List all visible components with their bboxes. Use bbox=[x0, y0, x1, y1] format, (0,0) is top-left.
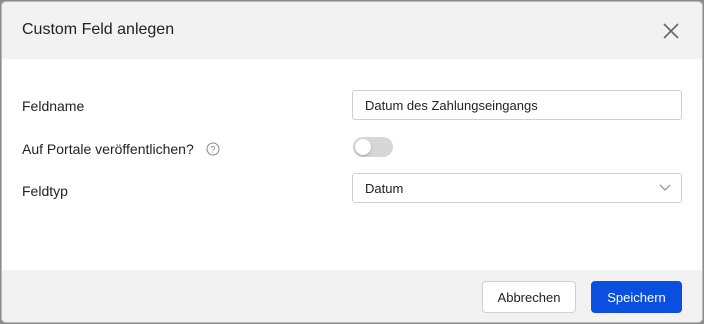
dialog-header: Custom Feld anlegen bbox=[2, 2, 702, 59]
close-button[interactable] bbox=[662, 22, 680, 40]
fieldname-input[interactable] bbox=[352, 90, 682, 120]
close-icon bbox=[663, 23, 679, 39]
dialog-title: Custom Feld anlegen bbox=[22, 21, 175, 38]
fieldname-label: Feldname bbox=[22, 98, 85, 114]
fieldtype-label: Feldtyp bbox=[22, 183, 68, 199]
chevron-down-icon bbox=[659, 184, 671, 191]
save-button[interactable]: Speichern bbox=[591, 281, 682, 313]
toggle-knob bbox=[355, 139, 371, 155]
dialog-footer: Abbrechen Speichern bbox=[2, 270, 702, 322]
publish-toggle[interactable] bbox=[353, 137, 393, 157]
fieldtype-selected-value: Datum bbox=[365, 181, 404, 196]
svg-text:?: ? bbox=[210, 145, 215, 155]
custom-field-dialog: Custom Feld anlegen Feldname Auf Portale… bbox=[1, 1, 703, 323]
fieldtype-select[interactable]: Datum bbox=[352, 173, 682, 203]
cancel-button[interactable]: Abbrechen bbox=[482, 281, 576, 313]
help-icon[interactable]: ? bbox=[206, 142, 220, 156]
publish-label: Auf Portale veröffentlichen? bbox=[22, 141, 194, 157]
